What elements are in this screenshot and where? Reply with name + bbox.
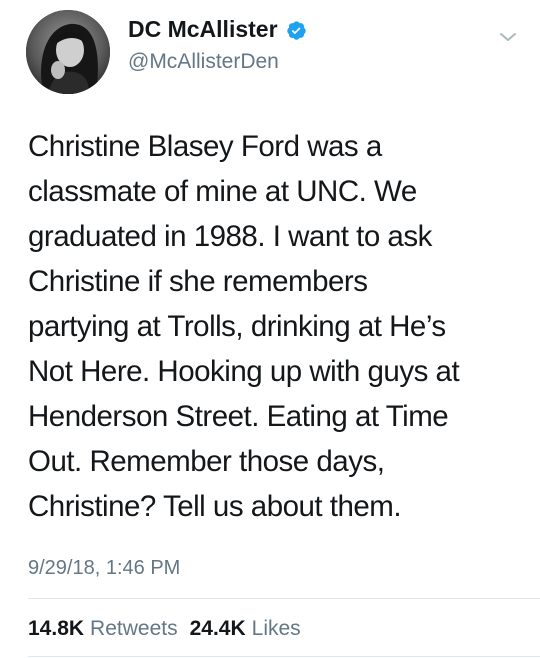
retweets-stat[interactable]: 14.8K Retweets xyxy=(28,618,178,639)
avatar[interactable] xyxy=(26,10,110,94)
tweet-text-line: graduated in 1988. I want to ask xyxy=(28,220,432,253)
tweet-text-line: Christine? Tell us about them. xyxy=(28,490,402,523)
tweet-text-line: Christine if she remembers xyxy=(28,265,368,298)
author-handle[interactable]: @McAllisterDen xyxy=(128,51,279,72)
verified-badge-icon xyxy=(286,20,307,41)
divider xyxy=(28,656,540,657)
retweets-label: Retweets xyxy=(90,617,178,640)
chevron-down-icon[interactable] xyxy=(498,30,518,44)
likes-stat[interactable]: 24.4K Likes xyxy=(190,618,301,639)
avatar-photo-icon xyxy=(26,10,110,94)
divider xyxy=(28,598,540,599)
tweet-text-line: Christine Blasey Ford was a xyxy=(28,130,382,163)
tweet-text-line: partying at Trolls, drinking at He’s xyxy=(28,310,446,343)
likes-count: 24.4K xyxy=(189,617,246,640)
author-display-name[interactable]: DC McAllister xyxy=(128,18,278,41)
tweet-text-line: Henderson Street. Eating at Time xyxy=(28,400,449,433)
likes-label: Likes xyxy=(251,617,301,640)
author-name-row: DC McAllister xyxy=(128,18,307,41)
tweet-text-line: Not Here. Hooking up with guys at xyxy=(28,355,460,388)
tweet-stats: 14.8K Retweets 24.4K Likes xyxy=(28,618,313,639)
tweet-text-line: classmate of mine at UNC. We xyxy=(28,175,417,208)
tweet-timestamp[interactable]: 9/29/18, 1:46 PM xyxy=(28,558,180,578)
tweet-card: DC McAllister @McAllisterDen Christine B… xyxy=(0,0,540,658)
tweet-text: Christine Blasey Ford was a classmate of… xyxy=(28,124,528,529)
retweets-count: 14.8K xyxy=(28,617,85,640)
tweet-text-line: Out. Remember those days, xyxy=(28,445,385,478)
